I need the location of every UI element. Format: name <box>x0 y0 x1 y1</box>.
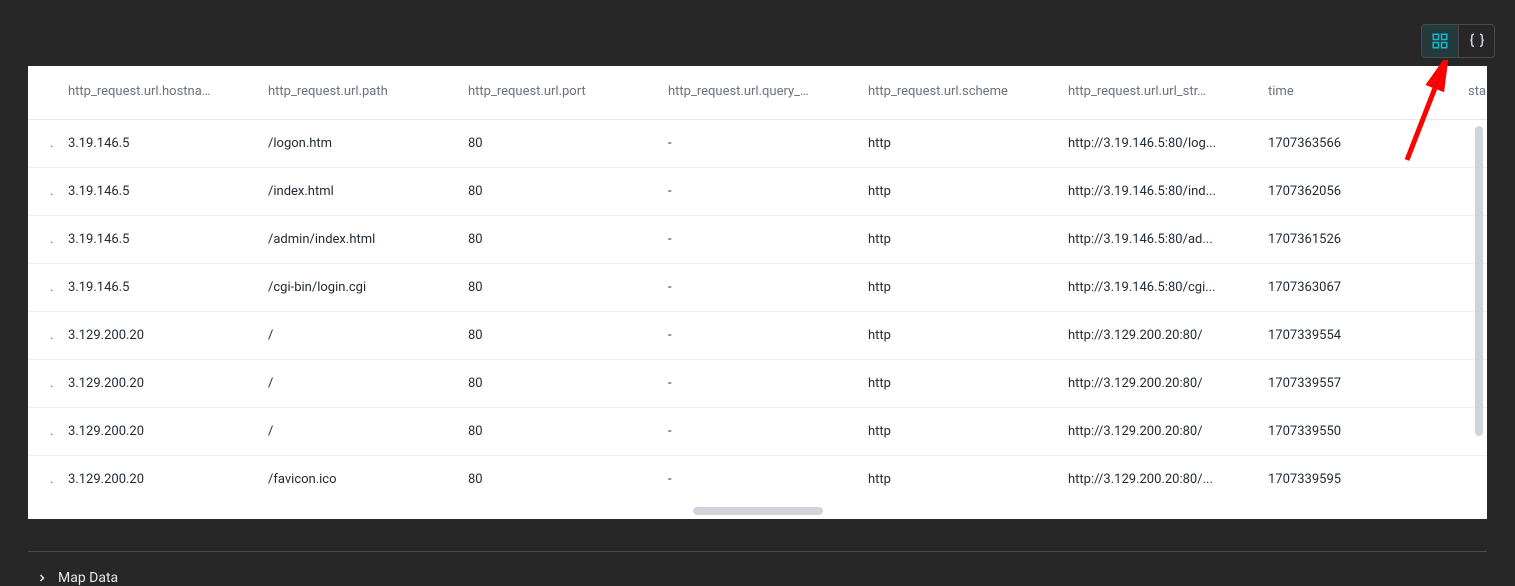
cell-scheme: http <box>858 168 1058 216</box>
section-divider <box>28 551 1487 552</box>
map-data-label: Map Data <box>58 570 118 586</box>
cell-hostname: 3.129.200.20 <box>58 360 258 408</box>
cell-path: / <box>258 408 458 456</box>
cell-port: 80 <box>458 456 658 504</box>
cell-path: /logon.htm <box>258 120 458 168</box>
cell-time: 1707339550 <box>1258 408 1458 456</box>
table-row[interactable]: .3.129.200.20/80-httphttp://3.129.200.20… <box>28 312 1487 360</box>
cell-urlstr: http://3.129.200.20:80/... <box>1058 456 1258 504</box>
table-row[interactable]: .3.19.146.5/admin/index.html80-httphttp:… <box>28 216 1487 264</box>
col-header-port[interactable]: http_request.url.port <box>458 66 658 120</box>
cell-port: 80 <box>458 216 658 264</box>
cell-urlstr: http://3.129.200.20:80/ <box>1058 312 1258 360</box>
horizontal-scrollbar[interactable] <box>693 507 823 515</box>
col-header-time[interactable]: time <box>1258 66 1458 120</box>
cell-scheme: http <box>858 360 1058 408</box>
cell-port: 80 <box>458 312 658 360</box>
cell-urlstr: http://3.19.146.5:80/ad... <box>1058 216 1258 264</box>
json-view-button[interactable] <box>1458 25 1494 57</box>
cell-hostname: 3.19.146.5 <box>58 216 258 264</box>
cell-path: / <box>258 312 458 360</box>
cell-query: - <box>658 456 858 504</box>
table-row[interactable]: .3.19.146.5/logon.htm80-httphttp://3.19.… <box>28 120 1487 168</box>
cell-urlstr: http://3.129.200.20:80/ <box>1058 360 1258 408</box>
cell-query: - <box>658 264 858 312</box>
top-bar <box>0 0 1515 66</box>
data-table-container: http_request.url.hostna… http_request.ur… <box>28 66 1487 519</box>
data-table: http_request.url.hostna… http_request.ur… <box>28 66 1487 503</box>
map-data-section-header[interactable]: Map Data <box>36 570 1515 586</box>
cell-scheme: http <box>858 408 1058 456</box>
col-header-last[interactable]: sta <box>1458 66 1487 120</box>
row-dot: . <box>28 120 58 168</box>
row-dot: . <box>28 264 58 312</box>
cell-urlstr: http://3.129.200.20:80/ <box>1058 408 1258 456</box>
cell-time: 1707362056 <box>1258 168 1458 216</box>
cell-query: - <box>658 216 858 264</box>
cell-query: - <box>658 168 858 216</box>
cell-hostname: 3.129.200.20 <box>58 312 258 360</box>
cell-path: / <box>258 360 458 408</box>
cell-path: /cgi-bin/login.cgi <box>258 264 458 312</box>
grid-view-button[interactable] <box>1422 25 1458 57</box>
cell-scheme: http <box>858 456 1058 504</box>
row-dot: . <box>28 216 58 264</box>
cell-time: 1707363566 <box>1258 120 1458 168</box>
cell-query: - <box>658 360 858 408</box>
col-header-spacer <box>28 66 58 120</box>
cell-path: /admin/index.html <box>258 216 458 264</box>
cell-scheme: http <box>858 120 1058 168</box>
cell-hostname: 3.129.200.20 <box>58 408 258 456</box>
col-header-scheme[interactable]: http_request.url.scheme <box>858 66 1058 120</box>
table-row[interactable]: .3.129.200.20/80-httphttp://3.129.200.20… <box>28 360 1487 408</box>
col-header-urlstr[interactable]: http_request.url.url_str… <box>1058 66 1258 120</box>
cell-hostname: 3.19.146.5 <box>58 264 258 312</box>
cell-port: 80 <box>458 264 658 312</box>
table-header-row: http_request.url.hostna… http_request.ur… <box>28 66 1487 120</box>
cell-query: - <box>658 312 858 360</box>
chevron-right-icon <box>36 572 48 584</box>
cell-scheme: http <box>858 216 1058 264</box>
grid-icon <box>1431 32 1449 50</box>
cell-query: - <box>658 120 858 168</box>
cell-hostname: 3.19.146.5 <box>58 168 258 216</box>
table-row[interactable]: .3.129.200.20/favicon.ico80-httphttp://3… <box>28 456 1487 504</box>
table-row[interactable]: .3.19.146.5/index.html80-httphttp://3.19… <box>28 168 1487 216</box>
table-row[interactable]: .3.129.200.20/80-httphttp://3.129.200.20… <box>28 408 1487 456</box>
table-row[interactable]: .3.19.146.5/cgi-bin/login.cgi80-httphttp… <box>28 264 1487 312</box>
cell-time: 1707339557 <box>1258 360 1458 408</box>
cell-hostname: 3.129.200.20 <box>58 456 258 504</box>
vertical-scrollbar[interactable] <box>1475 126 1483 436</box>
cell-time: 1707361526 <box>1258 216 1458 264</box>
cell-time: 1707363067 <box>1258 264 1458 312</box>
cell-port: 80 <box>458 120 658 168</box>
cell-urlstr: http://3.19.146.5:80/ind... <box>1058 168 1258 216</box>
col-header-query[interactable]: http_request.url.query_… <box>658 66 858 120</box>
row-dot: . <box>28 456 58 504</box>
cell-query: - <box>658 408 858 456</box>
table-scroll-area[interactable]: http_request.url.hostna… http_request.ur… <box>28 66 1487 519</box>
cell-path: /favicon.ico <box>258 456 458 504</box>
cell-urlstr: http://3.19.146.5:80/cgi... <box>1058 264 1258 312</box>
cell-hostname: 3.19.146.5 <box>58 120 258 168</box>
cell-port: 80 <box>458 168 658 216</box>
cell-port: 80 <box>458 408 658 456</box>
braces-icon <box>1468 32 1486 50</box>
row-dot: . <box>28 408 58 456</box>
cell-scheme: http <box>858 312 1058 360</box>
view-toggle-group <box>1421 24 1495 58</box>
row-dot: . <box>28 168 58 216</box>
cell-time: 1707339595 <box>1258 456 1458 504</box>
col-header-path[interactable]: http_request.url.path <box>258 66 458 120</box>
cell-path: /index.html <box>258 168 458 216</box>
row-dot: . <box>28 360 58 408</box>
cell-scheme: http <box>858 264 1058 312</box>
col-header-hostname[interactable]: http_request.url.hostna… <box>58 66 258 120</box>
cell-urlstr: http://3.19.146.5:80/log... <box>1058 120 1258 168</box>
cell-port: 80 <box>458 360 658 408</box>
row-dot: . <box>28 312 58 360</box>
cell-time: 1707339554 <box>1258 312 1458 360</box>
cell-trailing <box>1458 456 1487 504</box>
